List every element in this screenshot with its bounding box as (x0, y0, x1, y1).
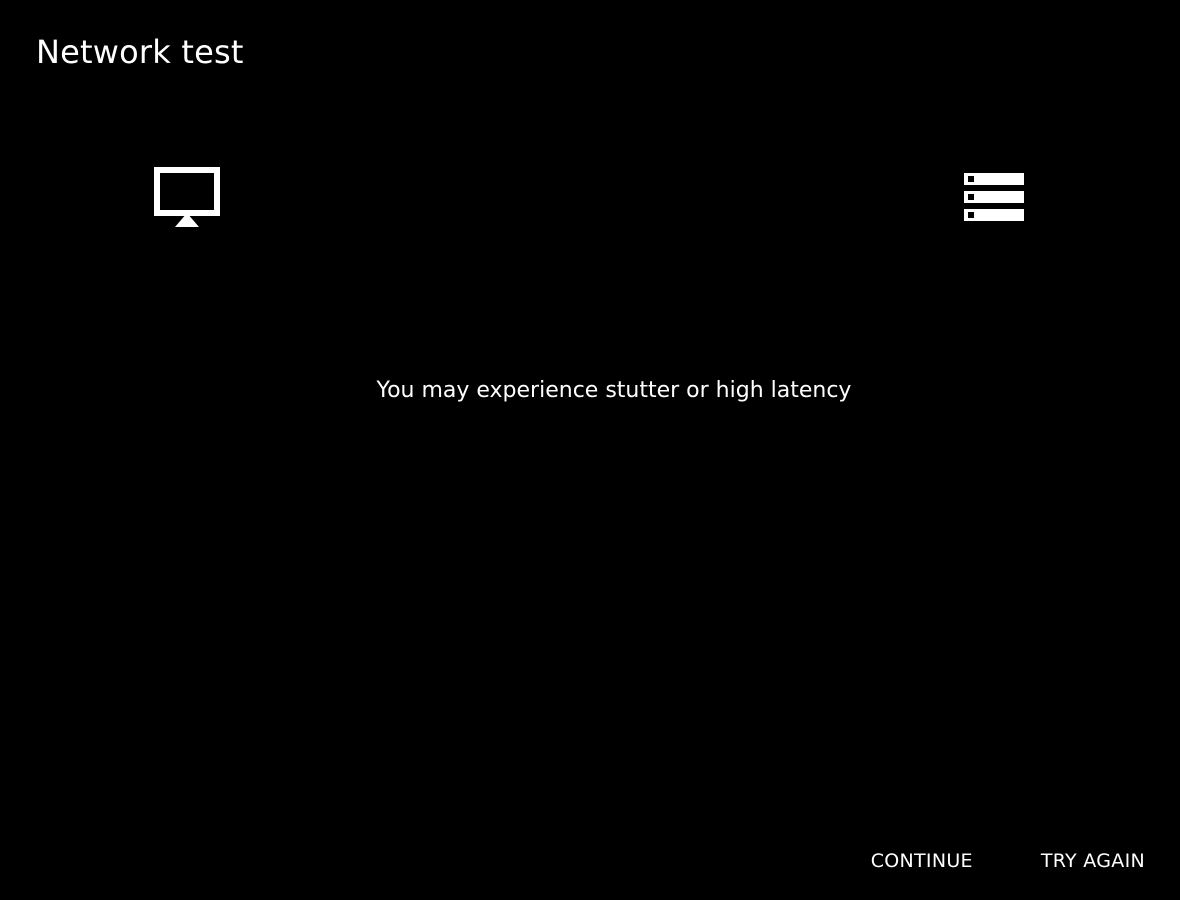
action-bar: CONTINUE TRY AGAIN (871, 848, 1145, 874)
monitor-icon (153, 166, 221, 228)
server-icon (963, 172, 1025, 222)
status-message: You may experience stutter or high laten… (376, 378, 852, 403)
page-title: Network test (36, 33, 244, 71)
try-again-button[interactable]: TRY AGAIN (1041, 848, 1145, 874)
continue-button[interactable]: CONTINUE (871, 848, 973, 874)
